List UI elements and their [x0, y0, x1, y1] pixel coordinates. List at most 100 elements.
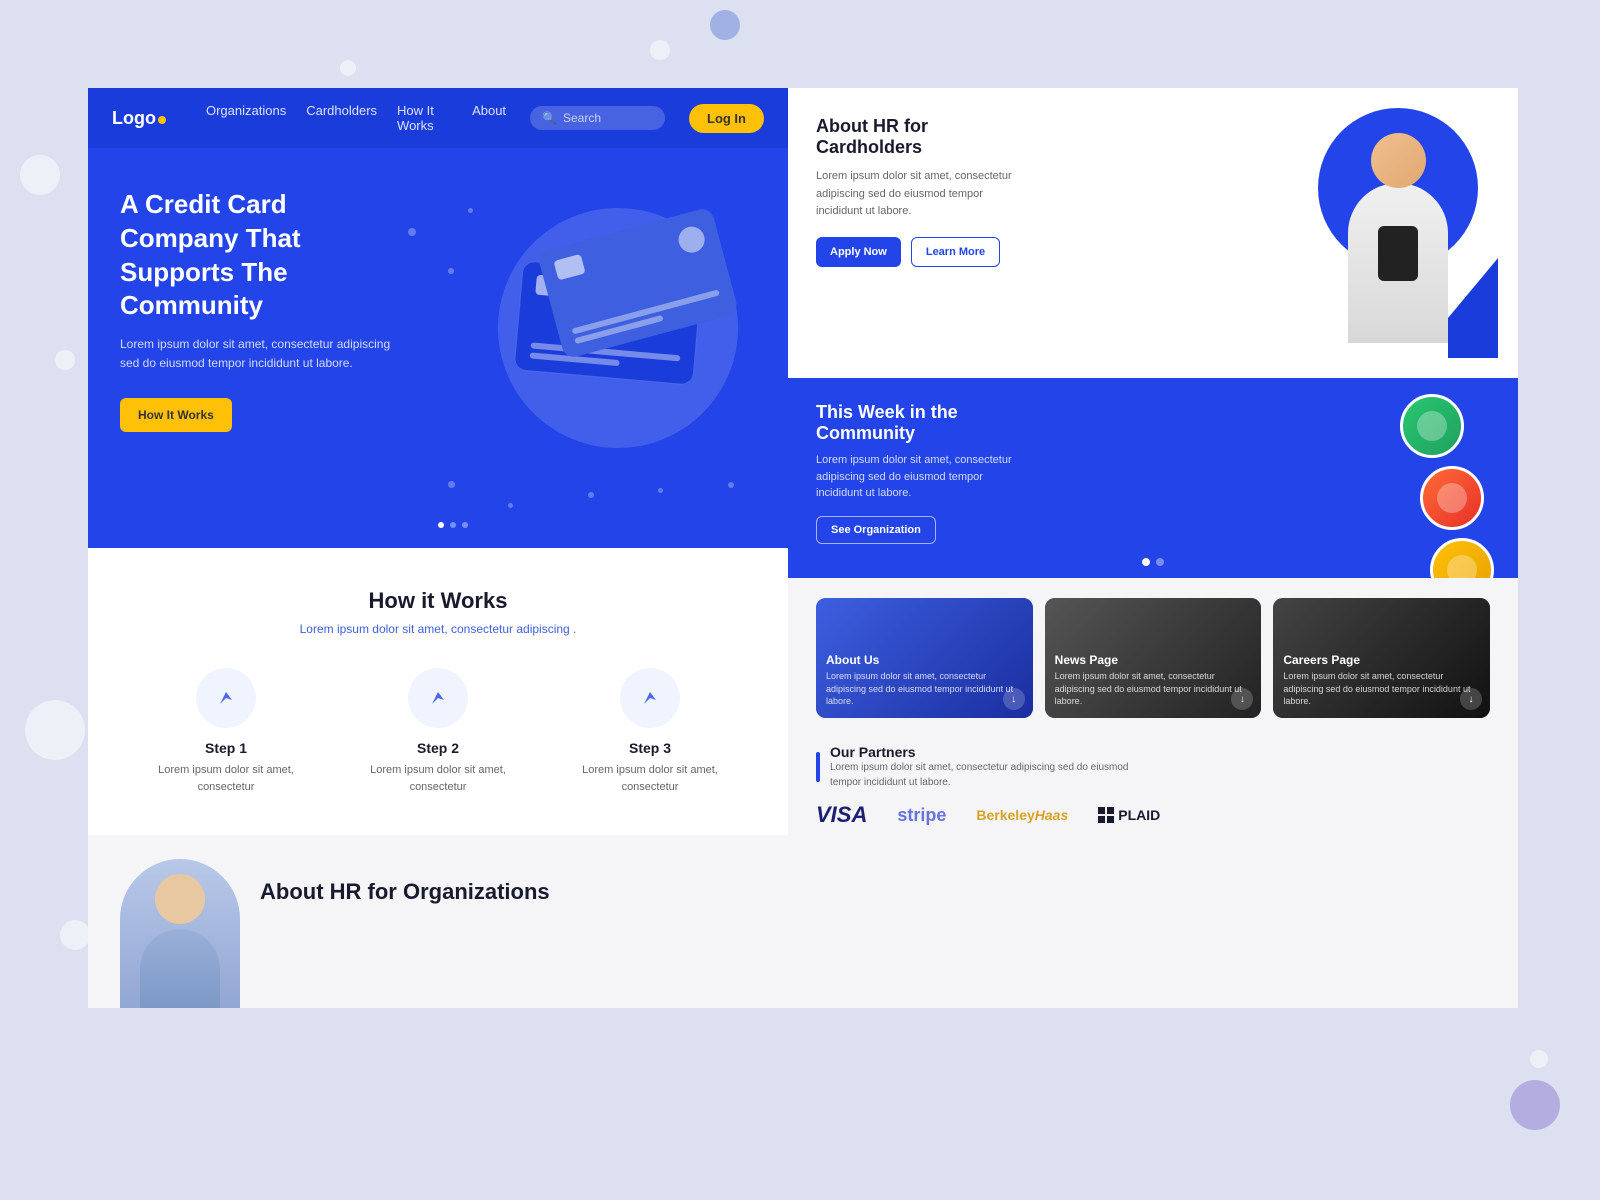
nav-organizations[interactable]: Organizations — [206, 103, 286, 133]
learn-more-button[interactable]: Learn More — [911, 237, 1000, 267]
deco-circle-2 — [55, 350, 75, 370]
hero-dot-2[interactable] — [450, 522, 456, 528]
visa-logo: VISA — [816, 802, 867, 828]
nav-how-it-works[interactable]: How It Works — [397, 103, 452, 133]
steps-row: Step 1 Lorem ipsum dolor sit amet, conse… — [120, 668, 756, 795]
info-card-about-arrow[interactable]: ↓ — [1003, 688, 1025, 710]
hero-deco-dot-1 — [408, 228, 416, 236]
deco-circle-9 — [1510, 1080, 1560, 1130]
stripe-logo: stripe — [897, 805, 946, 826]
info-cards-row: About Us Lorem ipsum dolor sit amet, con… — [816, 598, 1490, 718]
step-3-name: Step 3 — [629, 740, 671, 756]
search-icon: 🔍 — [542, 111, 557, 125]
person-right-illustration — [1298, 88, 1498, 358]
partners-header: Our Partners Lorem ipsum dolor sit amet,… — [816, 744, 1490, 790]
step-2: Step 2 Lorem ipsum dolor sit amet, conse… — [358, 668, 518, 795]
person-head-right — [1371, 133, 1426, 188]
search-input[interactable] — [563, 111, 653, 125]
how-it-works-title: How it Works — [120, 588, 756, 614]
avatar-red — [1420, 466, 1484, 530]
right-top-section: About HR for Cardholders Lorem ipsum dol… — [788, 88, 1518, 378]
person-body-right — [1348, 183, 1448, 343]
nav-about[interactable]: About — [472, 103, 506, 133]
info-card-careers-arrow[interactable]: ↓ — [1460, 688, 1482, 710]
partners-bar — [816, 752, 820, 782]
deco-circle-5 — [25, 700, 85, 760]
right-mid-body: Lorem ipsum dolor sit amet, consectetur … — [816, 452, 1016, 502]
person-head — [155, 874, 205, 924]
login-button[interactable]: Log In — [689, 104, 764, 133]
partners-title-block: Our Partners Lorem ipsum dolor sit amet,… — [830, 744, 1130, 790]
right-bottom-section: About Us Lorem ipsum dolor sit amet, con… — [788, 578, 1518, 1008]
step-1-name: Step 1 — [205, 740, 247, 756]
info-card-news-title: News Page — [1055, 653, 1252, 667]
logo-dot — [158, 116, 166, 124]
how-it-works-section: How it Works Lorem ipsum dolor sit amet,… — [88, 548, 788, 835]
info-card-news-body: Lorem ipsum dolor sit amet, consectetur … — [1055, 670, 1252, 708]
hero-deco-dot-5 — [508, 503, 513, 508]
right-top-body: Lorem ipsum dolor sit amet, consectetur … — [816, 168, 1016, 221]
deco-circle-8 — [710, 10, 740, 40]
search-bar[interactable]: 🔍 — [530, 106, 665, 130]
deco-circle-7 — [1530, 1050, 1548, 1068]
logo: Logo — [112, 108, 166, 129]
right-top-inner: About HR for Cardholders Lorem ipsum dol… — [816, 112, 1490, 354]
right-panel: About HR for Cardholders Lorem ipsum dol… — [788, 88, 1518, 1008]
info-card-news[interactable]: News Page Lorem ipsum dolor sit amet, co… — [1045, 598, 1262, 718]
info-card-careers[interactable]: Careers Page Lorem ipsum dolor sit amet,… — [1273, 598, 1490, 718]
navbar: Logo Organizations Cardholders How It Wo… — [88, 88, 788, 148]
about-hr-orgs-title: About HR for Organizations — [260, 879, 550, 905]
avatar-yellow — [1430, 538, 1494, 578]
card-chip-front — [553, 254, 585, 281]
person-silhouette — [1318, 103, 1478, 358]
left-bottom-section: About HR for Organizations — [88, 835, 788, 1008]
step-2-icon — [408, 668, 468, 728]
card-logo-front — [676, 224, 708, 256]
apply-button[interactable]: Apply Now — [816, 237, 901, 267]
deco-circle-1 — [20, 155, 60, 195]
mid-dot-2[interactable] — [1156, 558, 1164, 566]
deco-circle-4 — [650, 40, 670, 60]
partners-logos: VISA stripe BerkeleyHaas PLAID — [816, 802, 1490, 828]
partners-subtitle: Lorem ipsum dolor sit amet, consectetur … — [830, 760, 1130, 790]
deco-circle-3 — [340, 60, 356, 76]
info-card-careers-title: Careers Page — [1283, 653, 1480, 667]
person-illustration-bottom — [120, 859, 240, 1008]
left-panel: Logo Organizations Cardholders How It Wo… — [88, 88, 788, 1008]
deco-circle-6 — [60, 920, 90, 950]
see-organization-button[interactable]: See Organization — [816, 516, 936, 544]
card-illustration — [468, 178, 768, 498]
step-2-desc: Lorem ipsum dolor sit amet, consectetur — [358, 762, 518, 795]
nav-links: Organizations Cardholders How It Works A… — [206, 103, 506, 133]
step-1-svg — [212, 684, 240, 712]
plaid-logo: PLAID — [1098, 807, 1160, 823]
hero-deco-dot-4 — [448, 481, 455, 488]
hero-subtitle: Lorem ipsum dolor sit amet, consectetur … — [120, 335, 400, 373]
hero-dot-1[interactable] — [438, 522, 444, 528]
mid-dot-1[interactable] — [1142, 558, 1150, 566]
info-card-about[interactable]: About Us Lorem ipsum dolor sit amet, con… — [816, 598, 1033, 718]
right-mid-section: This Week in the Community Lorem ipsum d… — [788, 378, 1518, 578]
nav-cardholders[interactable]: Cardholders — [306, 103, 377, 133]
how-it-works-subtitle: Lorem ipsum dolor sit amet, consectetur … — [120, 622, 756, 636]
step-2-name: Step 2 — [417, 740, 459, 756]
plaid-icon — [1098, 807, 1114, 823]
step-2-svg — [424, 684, 452, 712]
step-3: Step 3 Lorem ipsum dolor sit amet, conse… — [570, 668, 730, 795]
partners-title: Our Partners — [830, 744, 1130, 760]
step-1-icon — [196, 668, 256, 728]
pos-device — [1378, 226, 1418, 281]
info-card-about-body: Lorem ipsum dolor sit amet, consectetur … — [826, 670, 1023, 708]
step-1: Step 1 Lorem ipsum dolor sit amet, conse… — [146, 668, 306, 795]
right-top-title: About HR for Cardholders — [816, 116, 1016, 158]
info-card-about-title: About Us — [826, 653, 1023, 667]
hero-title: A Credit Card Company That Supports The … — [120, 188, 400, 323]
step-3-icon — [620, 668, 680, 728]
hero-section: A Credit Card Company That Supports The … — [88, 148, 788, 548]
hero-dot-3[interactable] — [462, 522, 468, 528]
right-mid-title: This Week in the Community — [816, 402, 1016, 444]
info-card-careers-body: Lorem ipsum dolor sit amet, consectetur … — [1283, 670, 1480, 708]
step-3-desc: Lorem ipsum dolor sit amet, consectetur — [570, 762, 730, 795]
person-body — [140, 929, 220, 1008]
hero-cta-button[interactable]: How It Works — [120, 398, 232, 432]
